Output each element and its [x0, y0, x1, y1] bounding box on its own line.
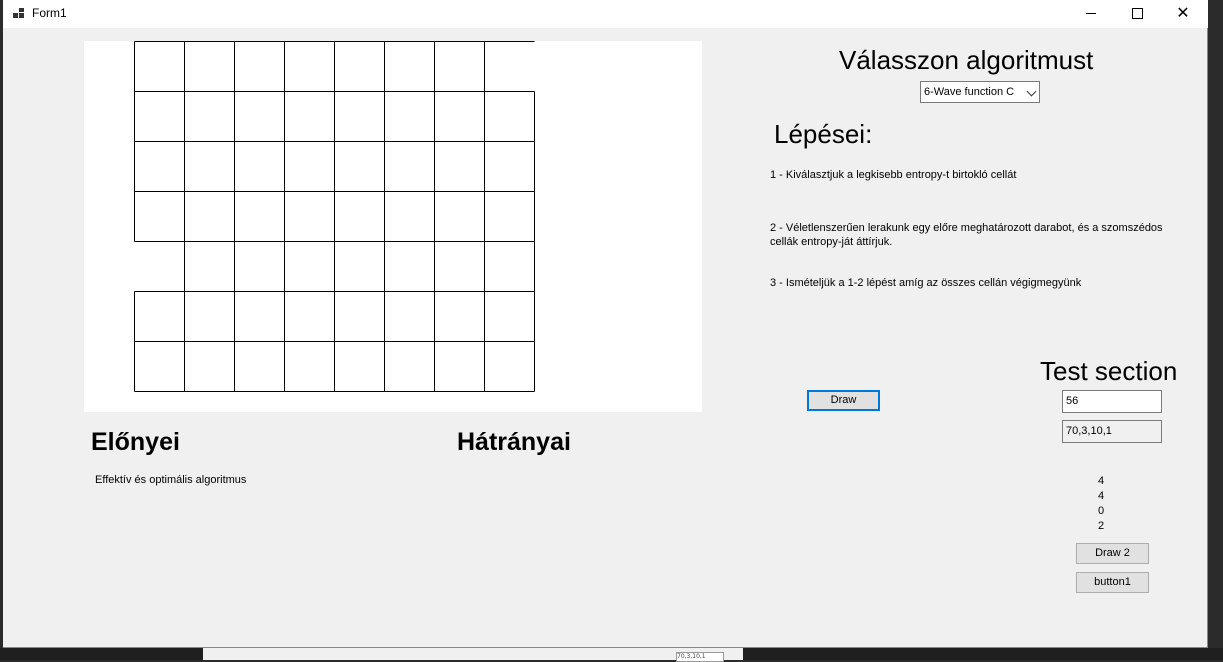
cons-heading: Hátrányai: [457, 428, 571, 456]
grid-drawing: [134, 41, 535, 392]
app-icon: [13, 8, 25, 20]
draw-button[interactable]: Draw: [807, 390, 880, 411]
test-output-list: 4 4 0 2: [1098, 474, 1104, 534]
test-output-value: 0: [1098, 505, 1105, 517]
step-3: 3 - Ismételjük a 1-2 lépést amíg az össz…: [770, 277, 1082, 289]
background-window-textbox: 70,3,10,1: [676, 652, 724, 662]
steps-heading: Lépései:: [774, 119, 873, 149]
algorithm-select-value: 6-Wave function C: [924, 86, 1015, 98]
title-bar[interactable]: Form1 ✕: [3, 0, 1208, 28]
algorithm-heading: Válasszon algoritmust: [839, 45, 1094, 75]
background-window: [203, 648, 743, 660]
chevron-down-icon: [1026, 86, 1037, 97]
test-input-2[interactable]: 70,3,10,1: [1062, 420, 1162, 443]
maximize-icon: [1132, 8, 1143, 19]
minimize-button[interactable]: [1068, 0, 1114, 28]
test-input-1[interactable]: 56: [1062, 390, 1162, 413]
pros-text: Effektív és optimális algoritmus: [95, 474, 247, 486]
close-button[interactable]: ✕: [1160, 0, 1206, 28]
test-output-value: 4: [1098, 475, 1105, 487]
close-icon: ✕: [1176, 3, 1190, 22]
algorithm-select[interactable]: 6-Wave function C: [920, 81, 1040, 103]
button1-button[interactable]: button1: [1076, 572, 1149, 593]
pros-heading: Előnyei: [91, 428, 180, 456]
test-section-heading: Test section: [1040, 356, 1178, 386]
form-window: Form1 ✕ Válasszon algoritmust 6-Wave fun…: [3, 0, 1208, 648]
test-output-value: 4: [1098, 490, 1105, 502]
step-2: 2 - Véletlenszerűen lerakunk egy előre m…: [770, 222, 1163, 248]
window-title: Form1: [32, 6, 67, 20]
maximize-button[interactable]: [1114, 0, 1160, 28]
drawing-canvas[interactable]: [84, 41, 702, 412]
minimize-icon: [1086, 13, 1096, 14]
test-output-value: 2: [1098, 520, 1105, 532]
draw-2-button[interactable]: Draw 2: [1076, 543, 1149, 564]
step-1: 1 - Kiválasztjuk a legkisebb entropy-t b…: [770, 169, 1017, 181]
